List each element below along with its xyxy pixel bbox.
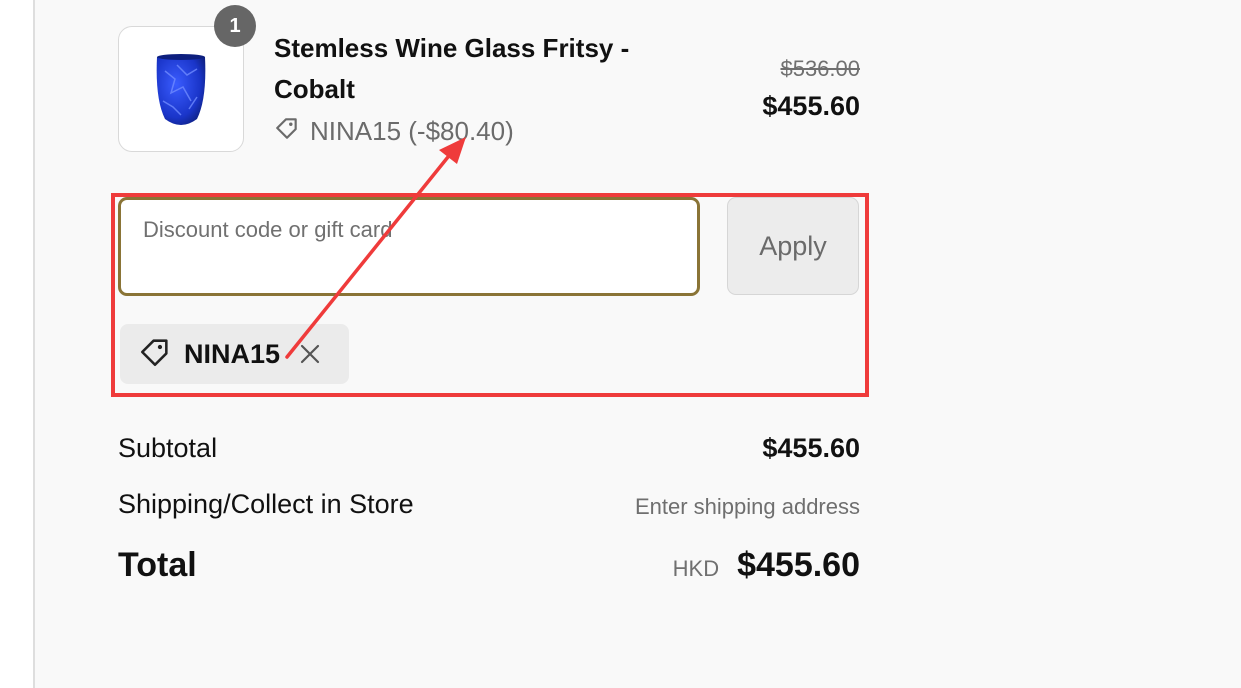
apply-button[interactable]: Apply bbox=[727, 197, 859, 295]
currency-code: HKD bbox=[672, 556, 720, 581]
wine-glass-image bbox=[156, 54, 206, 125]
total-label: Total bbox=[118, 546, 197, 584]
line-item-discount: NINA15 (-$80.40) bbox=[274, 115, 514, 148]
close-icon bbox=[300, 344, 320, 364]
shipping-value: Enter shipping address bbox=[634, 494, 860, 519]
product-name: Stemless Wine Glass Fritsy - Cobalt bbox=[274, 33, 630, 104]
applied-discount-chip: NINA15 bbox=[120, 324, 349, 384]
discount-code-input[interactable] bbox=[118, 197, 700, 296]
tag-icon bbox=[138, 335, 172, 374]
total-amount: HKD $455.60 bbox=[673, 546, 860, 585]
subtotal-value: $455.60 bbox=[762, 433, 860, 463]
applied-code-label: NINA15 bbox=[184, 338, 281, 369]
discounted-price: $455.60 bbox=[762, 91, 860, 121]
quantity-badge: 1 bbox=[214, 5, 256, 47]
subtotal-label: Subtotal bbox=[118, 433, 218, 463]
shipping-label: Shipping/Collect in Store bbox=[118, 489, 414, 519]
remove-discount-button[interactable] bbox=[298, 342, 322, 366]
total-value: $455.60 bbox=[737, 546, 860, 584]
original-price: $536.00 bbox=[780, 56, 860, 81]
tag-icon bbox=[274, 115, 300, 148]
line-item-discount-text: NINA15 (-$80.40) bbox=[310, 116, 514, 146]
